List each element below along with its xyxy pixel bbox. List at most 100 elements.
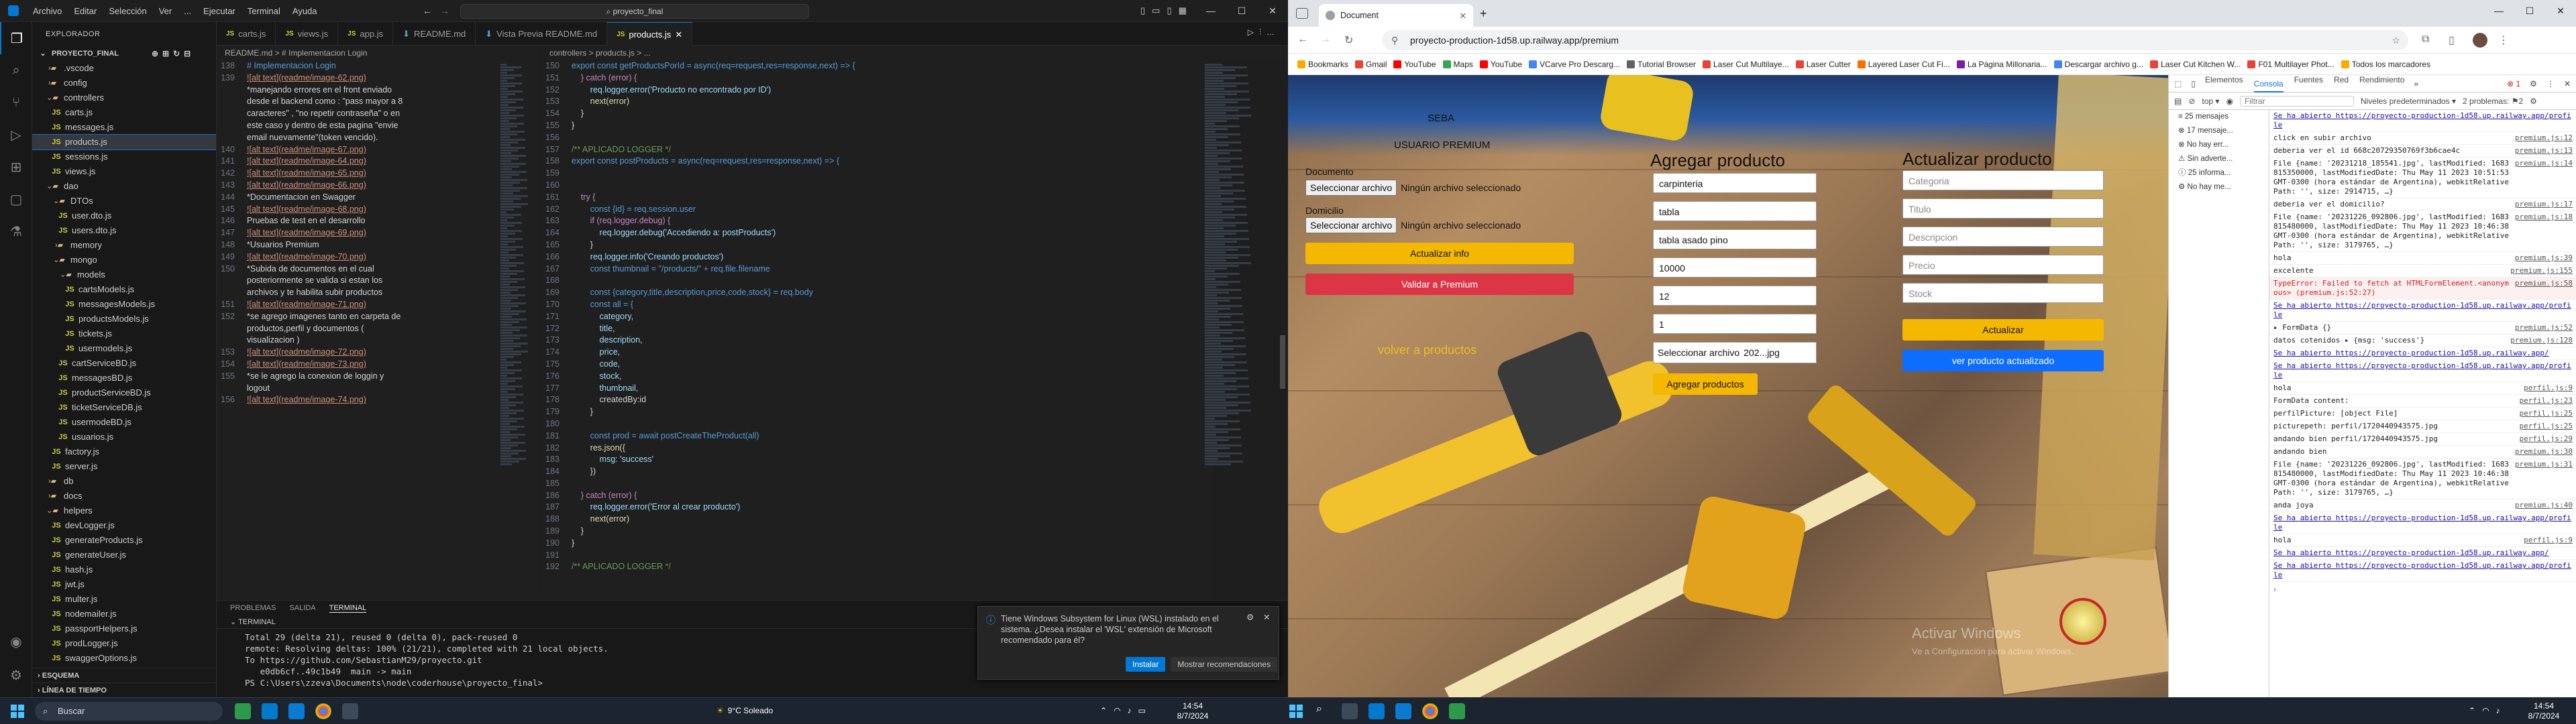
error-count-badge[interactable]: ⊗ 1 bbox=[2507, 79, 2520, 88]
tree-file[interactable]: JS generateProducts.js bbox=[32, 533, 216, 548]
devtools-tab[interactable]: Elementos bbox=[2205, 75, 2243, 93]
products-breadcrumb[interactable]: controllers > products.js > ... bbox=[541, 46, 1288, 60]
extensions-icon[interactable]: ⊞ bbox=[0, 151, 32, 183]
tree-file[interactable]: JS swaggerOptions.js bbox=[32, 651, 216, 666]
nav-back-icon[interactable]: ← bbox=[423, 5, 432, 16]
menu-item[interactable]: ... bbox=[178, 0, 197, 22]
tree-file[interactable]: JS users.dto.js bbox=[32, 223, 216, 238]
browser-close-button[interactable]: ✕ bbox=[2545, 0, 2576, 22]
remote-explorer-icon[interactable]: ▢ bbox=[0, 183, 32, 215]
wifi-right-icon[interactable]: ◠ bbox=[2482, 706, 2489, 715]
readme-editor[interactable]: 138 # Implementacion Login 139 ![alt text](… bbox=[217, 60, 539, 600]
tree-file[interactable]: JS messagesBD.js bbox=[32, 371, 216, 385]
live-expression-icon[interactable]: ◉ bbox=[2226, 97, 2233, 106]
tree-folder[interactable]: ⌄▰ dao bbox=[32, 179, 216, 194]
browser-tab-document[interactable]: Document ✕ bbox=[1319, 4, 1473, 27]
command-center-search[interactable]: ⌕ proyecto_final bbox=[460, 4, 809, 19]
bookmark-item[interactable]: Tutorial Browser bbox=[1627, 60, 1696, 69]
console-filter-item[interactable]: ⓘ 25 informa... bbox=[2169, 166, 2269, 180]
editor-tab[interactable]: JS views.js bbox=[276, 22, 339, 46]
validate-premium-button[interactable]: Validar a Premium bbox=[1305, 274, 1574, 295]
tree-file[interactable]: JS usermodels.js bbox=[32, 341, 216, 356]
start-button-right-icon[interactable] bbox=[1288, 703, 1304, 719]
toggle-sidebar-icon[interactable]: ▯ bbox=[1140, 5, 1145, 16]
taskbar-search-right-icon[interactable]: ⌕ bbox=[1316, 703, 1322, 715]
tree-folder[interactable]: ⌄▰ helpers bbox=[32, 503, 216, 518]
console-filter-item[interactable]: ⊗ No hay err... bbox=[2169, 138, 2269, 152]
weather-widget[interactable]: ☀ 9°C Soleado bbox=[716, 706, 773, 715]
tray-chevron-right-icon[interactable]: ⌃ bbox=[2469, 706, 2475, 715]
tree-file[interactable]: JS prodLogger.js bbox=[32, 636, 216, 651]
menu-item[interactable]: Ejecutar bbox=[197, 0, 241, 22]
add-product-field[interactable]: 10000 bbox=[1653, 257, 1817, 278]
bookmark-item[interactable]: La Página Millonaria... bbox=[1956, 60, 2047, 69]
panel-tab[interactable]: SALIDA bbox=[289, 604, 315, 612]
tree-file[interactable]: JS generateUser.js bbox=[32, 548, 216, 562]
console-source-link[interactable]: perfil.js:25 bbox=[2520, 422, 2573, 431]
tree-file[interactable]: JS messages.js bbox=[32, 120, 216, 135]
notification-close-icon[interactable]: ✕ bbox=[1263, 612, 1270, 622]
explorer-actions[interactable]: ⊕⊞↻⊟ bbox=[152, 46, 195, 61]
toggle-panel-icon[interactable]: ▭ bbox=[1152, 5, 1160, 16]
back-to-products-link[interactable]: volver a productos bbox=[1378, 343, 1477, 357]
bookmark-item[interactable]: Layered Laser Cut Fi... bbox=[1857, 60, 1950, 69]
taskbar-search[interactable]: ⌕ Buscar bbox=[35, 702, 223, 721]
console-filter-item[interactable]: ⊗ 17 mensaje... bbox=[2169, 124, 2269, 138]
explorer-icon[interactable]: ❐ bbox=[0, 22, 32, 54]
editor-tab[interactable]: ⬇ Vista Previa README.md bbox=[476, 22, 608, 46]
editor-scrollbar[interactable] bbox=[1280, 335, 1285, 389]
console-source-link[interactable]: premium.js:128 bbox=[2510, 336, 2573, 345]
minimize-button[interactable]: — bbox=[1195, 0, 1226, 22]
readme-minimap[interactable] bbox=[496, 60, 537, 600]
console-source-link[interactable]: premium.js:13 bbox=[2515, 146, 2573, 156]
wifi-icon[interactable]: ◠ bbox=[1114, 706, 1120, 715]
bookmark-item[interactable]: VCarve Pro Descarg... bbox=[1529, 60, 1620, 69]
bookmark-star-icon[interactable]: ☆ bbox=[2392, 30, 2400, 50]
editor-actions[interactable]: ▷⫶… bbox=[1248, 27, 1280, 38]
tab-search-icon[interactable] bbox=[1296, 8, 1308, 19]
console-source-link[interactable]: premium.js:14 bbox=[2515, 159, 2573, 196]
taskbar-outlook-right-icon[interactable] bbox=[1395, 703, 1411, 719]
update-product-field[interactable]: Precio bbox=[1902, 255, 2104, 275]
tree-folder[interactable]: ⌄▰ models bbox=[32, 267, 216, 282]
battery-icon[interactable]: ▭ bbox=[1138, 706, 1146, 715]
tree-file[interactable]: JS devLogger.js bbox=[32, 518, 216, 533]
readme-breadcrumb[interactable]: README.md > # Implementacion Login bbox=[217, 46, 539, 60]
tray-chevron-icon[interactable]: ⌃ bbox=[1100, 706, 1107, 715]
chrome-menu-icon[interactable]: ⋮ bbox=[2498, 34, 2509, 47]
update-product-field[interactable]: Stock bbox=[1902, 283, 2104, 303]
bookmark-item[interactable]: Gmail bbox=[1355, 60, 1387, 69]
tree-file[interactable]: JS carts.js bbox=[32, 105, 216, 120]
console-source-link[interactable]: premium.js:18 bbox=[2515, 213, 2573, 250]
add-product-field[interactable]: carpinteria bbox=[1653, 173, 1817, 193]
taskbar-chrome-icon[interactable] bbox=[315, 703, 331, 719]
nav-user-name[interactable]: SEBA bbox=[1428, 113, 1454, 124]
tree-folder[interactable]: ⌄▰ controllers bbox=[32, 90, 216, 105]
update-product-field[interactable]: Descripcion bbox=[1902, 227, 2104, 247]
tree-file[interactable]: JS cartServiceBD.js bbox=[32, 356, 216, 371]
view-updated-product-button[interactable]: ver producto actualizado bbox=[1902, 350, 2104, 371]
bookmark-item[interactable]: YouTube bbox=[1393, 60, 1436, 69]
home-file-input[interactable]: Seleccionar archivo Ningún archivo selec… bbox=[1305, 217, 1521, 233]
clear-console-icon[interactable]: ⊘ bbox=[2188, 97, 2195, 106]
add-file-button[interactable]: Seleccionar archivo bbox=[1658, 347, 1739, 358]
console-source-link[interactable]: perfil.js:9 bbox=[2524, 536, 2573, 545]
tree-folder[interactable]: ⌄▰ DTOs bbox=[32, 194, 216, 208]
console-source-link[interactable]: premium.js:39 bbox=[2515, 253, 2573, 263]
extensions-puzzle-icon[interactable]: ⧉ bbox=[2422, 34, 2429, 46]
menu-item[interactable]: Ver bbox=[153, 0, 178, 22]
bookmark-item[interactable]: Laser Cut Multilaye... bbox=[1703, 60, 1789, 69]
tree-file[interactable]: JS server.js bbox=[32, 459, 216, 474]
taskbar-vscode-icon[interactable] bbox=[262, 703, 278, 719]
update-product-field[interactable]: Categoria bbox=[1902, 170, 2104, 190]
clock-left[interactable]: 14:54 8/7/2024 bbox=[1173, 701, 1213, 721]
toggle-secondary-sidebar-icon[interactable]: ▯ bbox=[1167, 5, 1171, 16]
console-source-link[interactable]: premium.js:31 bbox=[2515, 460, 2573, 497]
tree-file[interactable]: JS tickets.js bbox=[32, 326, 216, 341]
console-source-link[interactable]: premium.js:40 bbox=[2515, 501, 2573, 510]
start-button-icon[interactable] bbox=[11, 705, 24, 718]
reload-icon[interactable]: ↻ bbox=[1344, 34, 1353, 47]
menu-item[interactable]: Ayuda bbox=[286, 0, 323, 22]
menu-item[interactable]: Selección bbox=[103, 0, 152, 22]
run-debug-icon[interactable]: ▷ bbox=[0, 119, 32, 151]
